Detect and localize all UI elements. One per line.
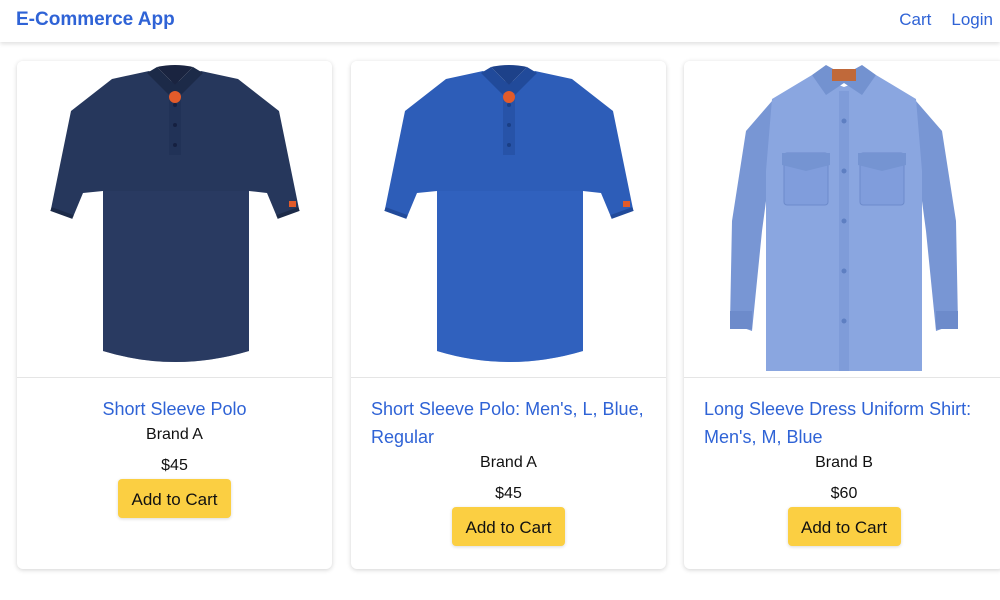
product-title-link[interactable]: Short Sleeve Polo [17, 395, 332, 423]
product-image[interactable] [17, 61, 332, 378]
product-info: Long Sleeve Dress Uniform Shirt: Men's, … [684, 395, 1000, 546]
brand-logo-link[interactable]: E-Commerce App [16, 9, 175, 31]
nav-links: Cart Login [899, 10, 993, 30]
product-image[interactable] [684, 61, 1000, 378]
product-brand: Brand A [480, 454, 537, 471]
product-card: Short Sleeve Polo Brand A $45 Add to Car… [17, 61, 332, 569]
nav-login-link[interactable]: Login [951, 10, 993, 30]
product-title-link[interactable]: Long Sleeve Dress Uniform Shirt: Men's, … [684, 395, 1000, 451]
add-to-cart-button[interactable]: Add to Cart [787, 507, 901, 546]
product-price: $60 [830, 485, 858, 502]
product-info: Short Sleeve Polo: Men's, L, Blue, Regul… [351, 395, 666, 546]
product-image[interactable] [351, 61, 666, 378]
long-sleeve-shirt-image [730, 65, 958, 371]
add-to-cart-button[interactable]: Add to Cart [452, 507, 565, 546]
product-title-link[interactable]: Short Sleeve Polo: Men's, L, Blue, Regul… [351, 395, 666, 451]
product-card: Long Sleeve Dress Uniform Shirt: Men's, … [684, 61, 1000, 569]
product-price: $45 [161, 457, 188, 474]
product-brand: Brand A [146, 426, 203, 443]
add-to-cart-button[interactable]: Add to Cart [118, 479, 231, 518]
navbar: E-Commerce App Cart Login [0, 0, 1000, 42]
product-price: $45 [495, 485, 522, 502]
blue-polo-shirt-image [384, 65, 634, 362]
nav-cart-link[interactable]: Cart [899, 10, 931, 30]
navy-polo-shirt-image [50, 65, 300, 362]
product-info: Short Sleeve Polo Brand A $45 Add to Car… [17, 395, 332, 518]
product-card: Short Sleeve Polo: Men's, L, Blue, Regul… [351, 61, 666, 569]
product-brand: Brand B [815, 454, 873, 471]
